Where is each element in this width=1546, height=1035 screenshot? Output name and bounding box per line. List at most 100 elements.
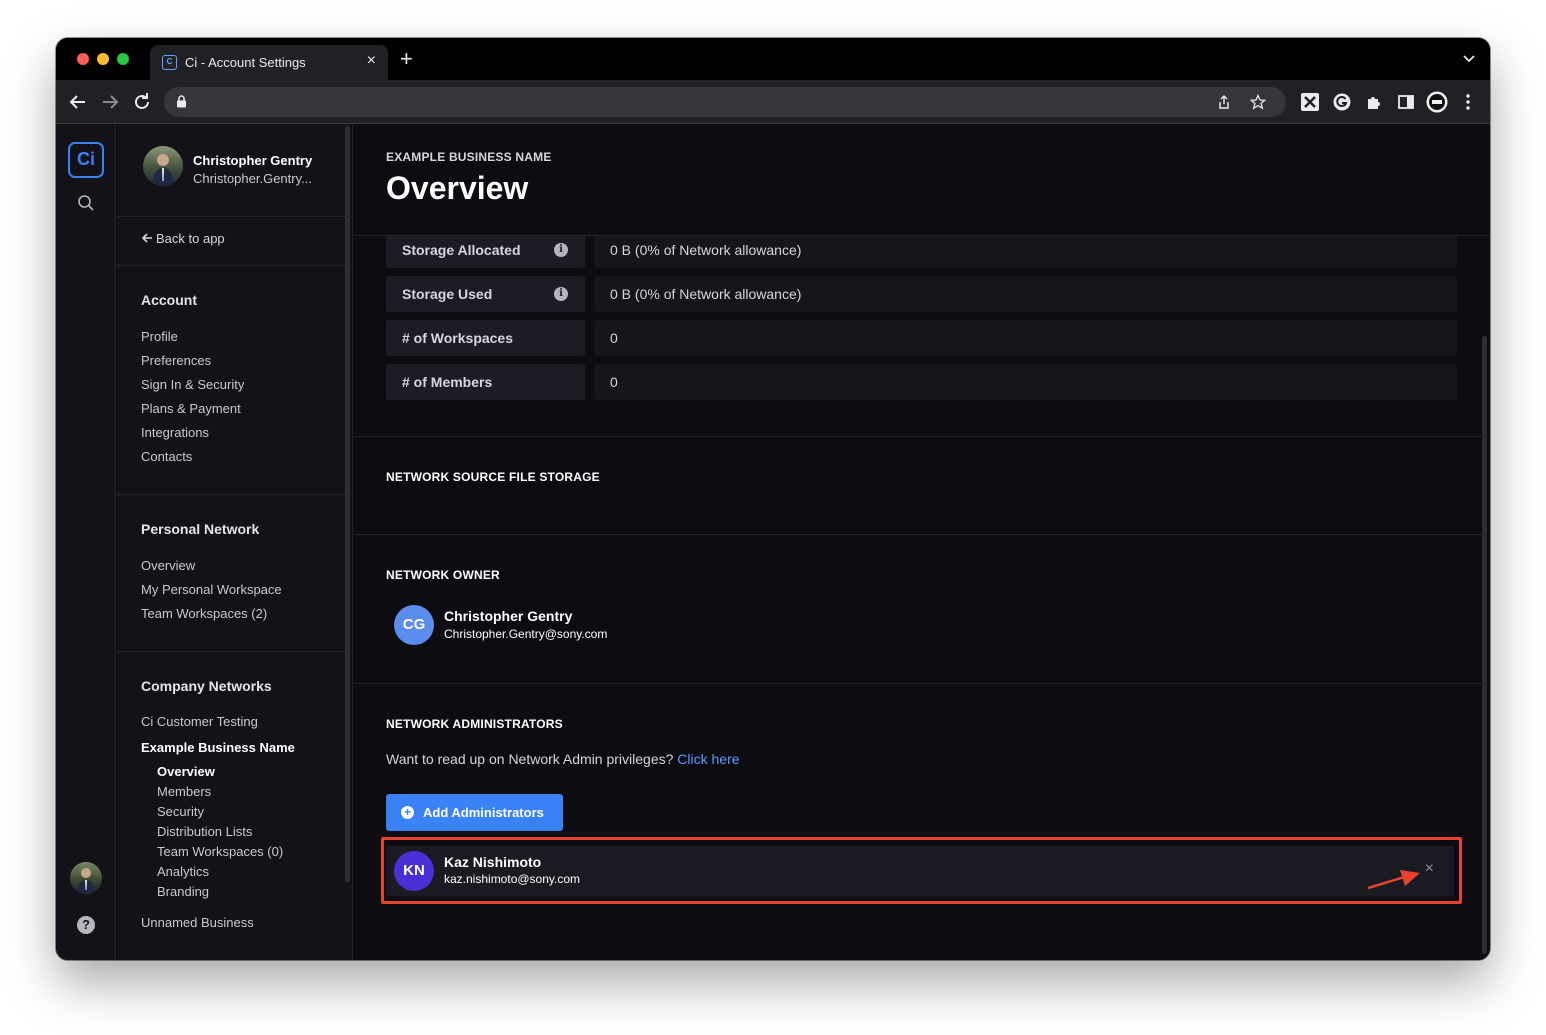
network-admins-heading: NETWORK ADMINISTRATORS bbox=[386, 717, 563, 731]
sidebar-item-integrations[interactable]: Integrations bbox=[141, 425, 209, 440]
extensions-puzzle-icon[interactable] bbox=[1364, 92, 1384, 112]
personal-network-heading: Personal Network bbox=[141, 521, 260, 537]
stat-label-text: # of Members bbox=[402, 374, 493, 390]
page-header: EXAMPLE BUSINESS NAME Overview bbox=[354, 124, 1490, 236]
back-to-app-label: Back to app bbox=[156, 231, 225, 246]
stat-label-storage-allocated: Storage Allocated i bbox=[386, 232, 585, 268]
back-arrow-icon[interactable] bbox=[66, 90, 90, 114]
profile-avatar-icon[interactable] bbox=[1426, 91, 1448, 113]
app-area: Ci ? Christopher Gentry Christopher.Gent… bbox=[56, 124, 1490, 960]
info-icon[interactable]: i bbox=[554, 243, 568, 257]
business-name: EXAMPLE BUSINESS NAME bbox=[386, 150, 552, 164]
stat-value-text: 0 B (0% of Network allowance) bbox=[610, 286, 802, 302]
stat-label-storage-used: Storage Used i bbox=[386, 276, 585, 312]
sidebar-item-personal-workspace[interactable]: My Personal Workspace bbox=[141, 582, 282, 597]
bookmark-star-icon[interactable] bbox=[1250, 94, 1266, 110]
stat-value-members: 0 bbox=[594, 364, 1457, 400]
back-to-app-link[interactable]: Back to app bbox=[141, 231, 225, 246]
main-scrollbar[interactable] bbox=[1482, 336, 1487, 954]
sidebar-divider bbox=[117, 216, 351, 217]
maximize-window-button[interactable] bbox=[117, 53, 129, 65]
kebab-menu-icon[interactable] bbox=[1458, 92, 1478, 112]
share-icon[interactable] bbox=[1216, 94, 1232, 110]
browser-tab[interactable]: C Ci - Account Settings × bbox=[150, 45, 388, 80]
stat-label-text: Storage Allocated bbox=[402, 242, 521, 258]
sidebar-subitem-team-workspaces[interactable]: Team Workspaces (0) bbox=[157, 844, 283, 859]
admin-name: Kaz Nishimoto bbox=[444, 854, 542, 870]
ci-favicon-icon: C bbox=[162, 55, 177, 70]
add-administrators-label: Add Administrators bbox=[423, 805, 544, 820]
sidebar-subitem-analytics[interactable]: Analytics bbox=[157, 864, 209, 879]
sidebar-item-personal-overview[interactable]: Overview bbox=[141, 558, 195, 573]
sidebar-subitem-distribution-lists[interactable]: Distribution Lists bbox=[157, 824, 252, 839]
side-panel-icon[interactable] bbox=[1396, 92, 1416, 112]
stat-label-text: Storage Used bbox=[402, 286, 493, 302]
icon-rail: Ci ? bbox=[56, 124, 116, 960]
chevron-down-icon[interactable] bbox=[1462, 51, 1476, 65]
browser-toolbar bbox=[56, 80, 1490, 124]
sidebar-divider bbox=[117, 651, 351, 652]
help-icon[interactable]: ? bbox=[77, 916, 95, 934]
reload-icon[interactable] bbox=[130, 90, 154, 114]
stat-value-text: 0 bbox=[610, 330, 618, 346]
page-title: Overview bbox=[386, 170, 529, 206]
admin-help-label: Want to read up on Network Admin privile… bbox=[386, 751, 674, 767]
user-avatar bbox=[143, 146, 183, 186]
admin-help-text: Want to read up on Network Admin privile… bbox=[386, 751, 740, 767]
sidebar-item-ci-customer-testing[interactable]: Ci Customer Testing bbox=[141, 714, 258, 729]
admin-avatar: KN bbox=[394, 851, 434, 891]
close-window-button[interactable] bbox=[77, 53, 89, 65]
source-storage-heading: NETWORK SOURCE FILE STORAGE bbox=[386, 470, 600, 484]
stat-value-text: 0 bbox=[610, 374, 618, 390]
owner-email: Christopher.Gentry@sony.com bbox=[444, 627, 608, 641]
sidebar-item-unnamed-business[interactable]: Unnamed Business bbox=[141, 915, 254, 930]
admin-help-link[interactable]: Click here bbox=[677, 751, 739, 767]
tab-strip: C Ci - Account Settings × + bbox=[56, 38, 1490, 80]
sidebar-subitem-branding[interactable]: Branding bbox=[157, 884, 209, 899]
stat-label-workspaces: # of Workspaces bbox=[386, 320, 585, 356]
sidebar-item-profile[interactable]: Profile bbox=[141, 329, 178, 344]
user-name: Christopher Gentry bbox=[193, 153, 313, 168]
sidebar-item-team-workspaces[interactable]: Team Workspaces (2) bbox=[141, 606, 267, 621]
stat-value-text: 0 B (0% of Network allowance) bbox=[610, 242, 802, 258]
administrator-row: KN Kaz Nishimoto kaz.nishimoto@sony.com … bbox=[386, 846, 1454, 896]
minimize-window-button[interactable] bbox=[97, 53, 109, 65]
arrow-left-icon bbox=[141, 233, 152, 243]
info-icon[interactable]: i bbox=[554, 287, 568, 301]
user-email: Christopher.Gentry... bbox=[193, 171, 312, 186]
forward-arrow-icon[interactable] bbox=[98, 90, 122, 114]
ci-logo-icon[interactable]: Ci bbox=[68, 142, 104, 178]
sidebar-subitem-members[interactable]: Members bbox=[157, 784, 211, 799]
sidebar-scrollbar[interactable] bbox=[345, 126, 350, 882]
sidebar-item-plans-payment[interactable]: Plans & Payment bbox=[141, 401, 241, 416]
sidebar-item-contacts[interactable]: Contacts bbox=[141, 449, 192, 464]
stat-value-storage-used: 0 B (0% of Network allowance) bbox=[594, 276, 1457, 312]
extension-x-icon[interactable] bbox=[1300, 92, 1320, 112]
tab-close-button[interactable]: × bbox=[367, 52, 376, 70]
sidebar-item-sign-in-security[interactable]: Sign In & Security bbox=[141, 377, 244, 392]
new-tab-button[interactable]: + bbox=[400, 48, 413, 70]
user-avatar[interactable] bbox=[70, 862, 102, 894]
sidebar-subitem-security[interactable]: Security bbox=[157, 804, 204, 819]
sidebar-divider bbox=[117, 494, 351, 495]
add-administrators-button[interactable]: + Add Administrators bbox=[386, 794, 563, 831]
search-icon[interactable] bbox=[77, 194, 95, 212]
browser-window: C Ci - Account Settings × + Ci ? Christo… bbox=[56, 38, 1490, 960]
sidebar-item-preferences[interactable]: Preferences bbox=[141, 353, 211, 368]
section-divider bbox=[354, 534, 1485, 535]
lock-icon bbox=[177, 95, 186, 108]
stat-value-storage-allocated: 0 B (0% of Network allowance) bbox=[594, 232, 1457, 268]
extension-grammarly-icon[interactable] bbox=[1332, 92, 1352, 112]
sidebar-divider bbox=[117, 265, 351, 266]
address-bar[interactable] bbox=[164, 87, 1286, 117]
tab-title: Ci - Account Settings bbox=[185, 55, 306, 70]
sidebar-item-example-business[interactable]: Example Business Name bbox=[141, 740, 295, 755]
account-heading: Account bbox=[141, 292, 197, 308]
owner-avatar: CG bbox=[394, 605, 434, 645]
annotation-arrow-icon bbox=[1367, 870, 1420, 890]
remove-admin-close-icon[interactable]: × bbox=[1425, 860, 1434, 878]
sidebar-subitem-overview[interactable]: Overview bbox=[157, 764, 215, 779]
stat-label-members: # of Members bbox=[386, 364, 585, 400]
settings-sidebar: Christopher Gentry Christopher.Gentry...… bbox=[117, 124, 353, 960]
person-photo-icon bbox=[152, 154, 174, 186]
